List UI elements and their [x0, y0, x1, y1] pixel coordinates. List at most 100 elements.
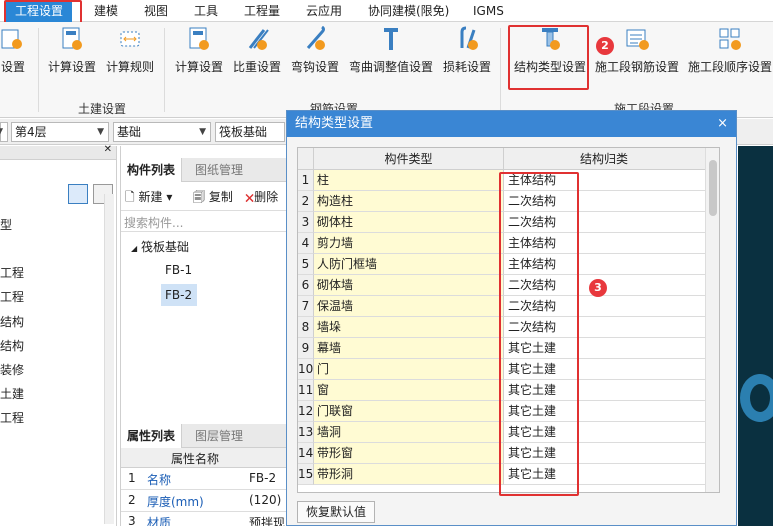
tree-item[interactable]: 工程	[0, 288, 24, 305]
left-panel: ✕ 型 工程 工程 结构 结构 装修 土建 工程	[0, 144, 117, 526]
viewport-canvas[interactable]	[738, 146, 773, 526]
new-icon: 🗋	[125, 190, 135, 204]
tree-item[interactable]: 装修	[0, 361, 24, 378]
settings-icon	[1, 29, 22, 49]
close-icon[interactable]: ×	[717, 111, 728, 137]
component-type-cell[interactable]: 幕墙	[314, 338, 504, 359]
ribbon-label: 计算规则	[105, 60, 154, 74]
ribbon-loss-button[interactable]: 损耗设置	[441, 26, 493, 75]
ribbon-calc-rule-button[interactable]: 计算规则	[104, 26, 156, 75]
component-type-cell[interactable]: 窗	[314, 380, 504, 401]
component-type-cell[interactable]: 人防门框墙	[314, 254, 504, 275]
tab-drawing-manage[interactable]: 图纸管理	[189, 158, 249, 182]
row-number: 14	[298, 443, 314, 464]
tree-child-selected[interactable]: FB-2	[161, 284, 197, 306]
property-row[interactable]: 2 厚度(mm) (120)	[121, 490, 291, 512]
chevron-down-icon: ▼	[199, 127, 206, 137]
floor-select[interactable]: 第4层 ▼	[11, 122, 109, 142]
ribbon-group-civil: 土建设置	[78, 102, 127, 116]
component-select[interactable]: 筏板基础	[215, 122, 285, 142]
component-type-cell[interactable]: 砌体柱	[314, 212, 504, 233]
tab-layer-manage[interactable]: 图层管理	[189, 424, 249, 448]
component-type-cell[interactable]: 墙垛	[314, 317, 504, 338]
component-panel: 构件列表 图纸管理 🗋 新建 ▾ 🗐 复制 🗙删除 搜索构件... ◢ 筏板基础…	[120, 146, 291, 526]
list-view-icon[interactable]	[68, 184, 88, 204]
menu-tools[interactable]: 工具	[194, 0, 218, 22]
component-type-cell[interactable]: 带形洞	[314, 464, 504, 485]
ribbon-label: 施工段钢筋设置	[594, 60, 679, 74]
component-type-cell[interactable]: 门	[314, 359, 504, 380]
copy-icon: 🗐	[193, 190, 205, 204]
tree-root[interactable]: ◢ 筏板基础	[131, 238, 189, 255]
highlight-box-category	[499, 172, 579, 496]
component-select-value: 筏板基础	[219, 125, 268, 139]
property-name: 厚度(mm)	[147, 495, 204, 509]
property-value: 预拌现	[249, 516, 286, 526]
bend-icon	[384, 28, 398, 50]
component-type-cell[interactable]: 剪力墙	[314, 233, 504, 254]
calc-settings-icon	[62, 27, 82, 50]
tab-property-list[interactable]: 属性列表	[121, 424, 183, 448]
new-button[interactable]: 🗋 新建 ▾	[125, 188, 172, 209]
tab-component-list[interactable]: 构件列表	[121, 158, 183, 182]
ribbon-segment-order-button[interactable]: 施工段顺序设置	[686, 26, 773, 75]
combo-partial[interactable]: ▼	[0, 122, 8, 142]
property-value: FB-2	[249, 471, 277, 485]
delete-button[interactable]: 🗙删除	[245, 188, 278, 209]
ribbon-hook-button[interactable]: 弯钩设置	[289, 26, 341, 75]
loss-icon	[460, 26, 478, 50]
floor-select-value: 第4层	[15, 125, 47, 139]
tree-item[interactable]: 工程	[0, 264, 24, 281]
ribbon-label: 比重设置	[232, 60, 281, 74]
menu-modeling[interactable]: 建模	[94, 0, 118, 22]
menu-view[interactable]: 视图	[144, 0, 168, 22]
ribbon-density-button[interactable]: 比重设置	[231, 26, 283, 75]
tree-item[interactable]: 结构	[0, 337, 24, 354]
copy-button[interactable]: 🗐 复制	[193, 188, 233, 209]
component-type-cell[interactable]: 带形窗	[314, 443, 504, 464]
property-header: 属性名称	[121, 448, 291, 468]
component-type-cell[interactable]: 墙洞	[314, 422, 504, 443]
search-input[interactable]: 搜索构件...	[121, 210, 291, 232]
tree-item[interactable]: 型	[0, 216, 12, 233]
new-label: 新建	[138, 190, 163, 204]
table-scrollbar[interactable]	[705, 148, 719, 492]
component-type-cell[interactable]: 砌体墙	[314, 275, 504, 296]
close-icon[interactable]: ✕	[104, 144, 112, 155]
component-type-cell[interactable]: 柱	[314, 170, 504, 191]
restore-default-button[interactable]: 恢复默认值	[297, 501, 375, 523]
row-number: 11	[298, 380, 314, 401]
dialog-title-bar[interactable]: 结构类型设置 ×	[287, 111, 736, 137]
delete-icon: 🗙	[245, 190, 255, 204]
ribbon-separator	[164, 28, 165, 112]
menu-collab[interactable]: 协同建模(限免)	[368, 0, 449, 22]
menu-quantity[interactable]: 工程量	[244, 0, 280, 22]
component-type-cell[interactable]: 保温墙	[314, 296, 504, 317]
component-type-cell[interactable]: 构造柱	[314, 191, 504, 212]
chevron-down-icon: ▼	[0, 123, 3, 141]
ribbon-separator	[38, 28, 39, 112]
property-row[interactable]: 1 名称 FB-2	[121, 468, 291, 490]
component-tabs: 构件列表 图纸管理	[121, 158, 291, 182]
menu-igms[interactable]: IGMS	[473, 0, 504, 22]
scroll-thumb[interactable]	[709, 160, 717, 216]
category-select[interactable]: 基础 ▼	[113, 122, 211, 142]
ribbon-settings-button[interactable]: 设置	[0, 26, 28, 75]
property-row[interactable]: 3 材质 预拌现	[121, 512, 291, 526]
ribbon-calc-settings-button[interactable]: 计算设置	[46, 26, 98, 75]
component-type-cell[interactable]: 门联窗	[314, 401, 504, 422]
ribbon-bend-adjust-button[interactable]: 弯曲调整值设置	[345, 26, 437, 75]
ribbon-label: 设置	[0, 60, 25, 74]
collapse-icon: ◢	[131, 244, 138, 253]
row-number: 3	[298, 212, 314, 233]
left-scrollbar[interactable]	[104, 194, 114, 524]
tree-item[interactable]: 土建	[0, 385, 24, 402]
tree-child[interactable]: FB-1	[165, 263, 192, 277]
tree-item[interactable]: 工程	[0, 409, 24, 426]
menu-bar: 工程设置 建模 视图 工具 工程量 云应用 协同建模(限免) IGMS	[0, 0, 773, 22]
ribbon-label: 计算设置	[174, 60, 223, 74]
ribbon-label: 计算设置	[47, 60, 96, 74]
ribbon-rebar-calc-settings-button[interactable]: 计算设置	[173, 26, 225, 75]
tree-item[interactable]: 结构	[0, 313, 24, 330]
menu-cloud[interactable]: 云应用	[306, 0, 342, 22]
